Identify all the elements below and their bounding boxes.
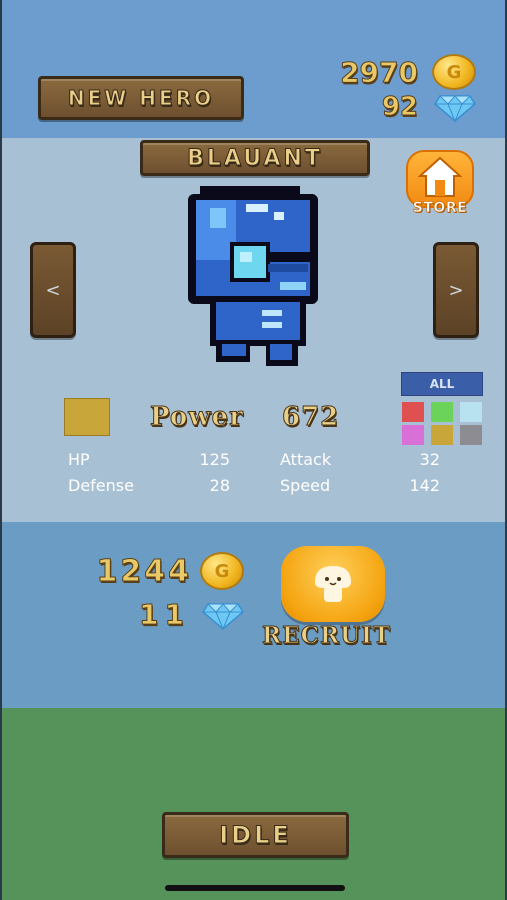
stat-hp-value: 125: [199, 450, 230, 469]
recruit-panel: [2, 522, 505, 708]
hero-sprite: [188, 186, 318, 366]
chevron-left-icon: <: [45, 279, 61, 301]
filter-color-purple[interactable]: [402, 425, 424, 445]
ground-panel: [2, 708, 505, 900]
coin-glyph: G: [446, 61, 462, 83]
hero-color-swatch: [64, 398, 110, 436]
recruit-coin-glyph: G: [214, 560, 230, 582]
filter-color-lightblue[interactable]: [460, 402, 482, 422]
filter-color-red[interactable]: [402, 402, 424, 422]
left-border: [0, 0, 2, 900]
new-hero-label: NEW HERO: [67, 86, 215, 111]
stat-defense-label: Defense: [68, 476, 134, 495]
home-indicator[interactable]: [165, 885, 345, 891]
recruit-gold-cost: 1244: [96, 554, 192, 590]
idle-button[interactable]: IDLE: [162, 812, 349, 858]
recruit-button[interactable]: [281, 546, 385, 622]
recruit-label: RECRUIT: [262, 622, 391, 650]
next-hero-button[interactable]: >: [433, 242, 479, 338]
recruit-gem-cost: 11: [139, 598, 190, 632]
power-label: Power: [150, 402, 244, 433]
hero-name-plate: BLAUANT: [140, 140, 370, 176]
filter-color-green[interactable]: [431, 402, 453, 422]
recruit-diamond-icon: [202, 603, 244, 630]
stat-attack-label: Attack: [280, 450, 332, 469]
stat-speed-label: Speed: [280, 476, 331, 495]
store-label: STORE: [412, 200, 468, 217]
diamond-icon: [434, 95, 476, 122]
mushroom-icon: [315, 566, 351, 602]
gold-counter: 2970: [340, 56, 419, 90]
gem-counter: 92: [381, 92, 418, 123]
chevron-right-icon: >: [448, 279, 464, 301]
home-icon: [418, 156, 462, 197]
stat-speed-value: 142: [409, 476, 440, 495]
recruit-coin-icon: G: [200, 552, 244, 590]
hero-name: BLAUANT: [187, 145, 323, 171]
stat-attack-value: 32: [419, 450, 440, 469]
power-value: 672: [281, 402, 340, 433]
filter-color-gray[interactable]: [460, 425, 482, 445]
store-button[interactable]: STORE: [404, 150, 476, 222]
new-hero-button[interactable]: NEW HERO: [38, 76, 244, 120]
filter-color-gold[interactable]: [431, 425, 453, 445]
gold-coin-icon: G: [432, 54, 476, 90]
stat-hp-label: HP: [68, 450, 90, 469]
idle-label: IDLE: [219, 821, 292, 850]
stat-defense-value: 28: [209, 476, 230, 495]
prev-hero-button[interactable]: <: [30, 242, 76, 338]
filter-all-button[interactable]: ALL: [401, 372, 483, 396]
